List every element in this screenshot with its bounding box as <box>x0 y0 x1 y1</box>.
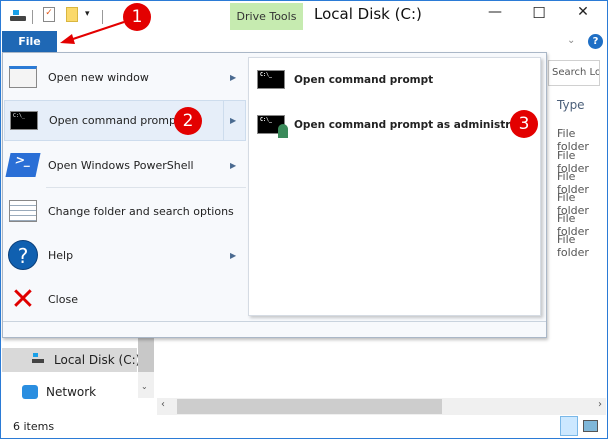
annotation-badge: 2 <box>174 107 202 135</box>
annotation-badge: 1 <box>123 3 151 31</box>
annotation-arrow <box>60 21 125 44</box>
annotation-badge: 3 <box>510 110 538 138</box>
